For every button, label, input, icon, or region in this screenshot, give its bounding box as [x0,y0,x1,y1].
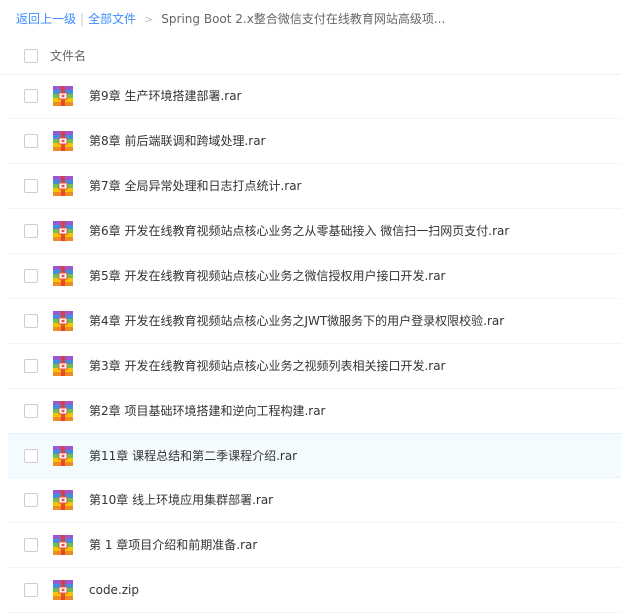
file-row-checkbox[interactable] [24,314,38,328]
file-row[interactable]: 第2章 项目基础环境搭建和逆向工程构建.rar [8,389,621,434]
file-name-link[interactable]: 第3章 开发在线教育视频站点核心业务之视频列表相关接口开发.rar [89,344,446,388]
rar-archive-icon [53,221,73,241]
zip-archive-icon [53,580,73,600]
select-all-checkbox[interactable] [24,49,38,63]
file-row-checkbox[interactable] [24,224,38,238]
file-row-checkbox[interactable] [24,134,38,148]
all-files-link[interactable]: 全部文件 [88,12,136,26]
file-list: 第9章 生产环境搭建部署.rar 第8章 前后端联调和跨域处理.rar 第7章 全局… [8,74,621,613]
file-row[interactable]: 第8章 前后端联调和跨域处理.rar [8,119,621,164]
rar-archive-icon [53,401,73,421]
file-row-checkbox[interactable] [24,538,38,552]
file-name-link[interactable]: 第11章 课程总结和第二季课程介绍.rar [89,434,297,478]
file-row[interactable]: 第6章 开发在线教育视频站点核心业务之从零基础接入 微信扫一扫网页支付.rar [8,209,621,254]
file-row[interactable]: 第9章 生产环境搭建部署.rar [8,74,621,119]
rar-archive-icon [53,356,73,376]
rar-archive-icon [53,176,73,196]
file-name-link[interactable]: 第4章 开发在线教育视频站点核心业务之JWT微服务下的用户登录权限校验.rar [89,299,504,343]
breadcrumb-separator: | [80,12,85,26]
file-name-link[interactable]: code.zip [89,568,139,612]
file-row[interactable]: 第3章 开发在线教育视频站点核心业务之视频列表相关接口开发.rar [8,344,621,389]
column-file-name[interactable]: 文件名 [50,38,86,74]
file-row-checkbox[interactable] [24,359,38,373]
file-name-link[interactable]: 第7章 全局异常处理和日志打点统计.rar [89,164,302,208]
file-row-checkbox[interactable] [24,269,38,283]
file-name-link[interactable]: 第10章 线上环境应用集群部署.rar [89,478,273,522]
file-name-link[interactable]: 第5章 开发在线教育视频站点核心业务之微信授权用户接口开发.rar [89,254,446,298]
breadcrumb: 返回上一级 | 全部文件 > Spring Boot 2.x整合微信支付在线教育网站高级… [16,10,445,28]
file-row[interactable]: 第10章 线上环境应用集群部署.rar [8,478,621,523]
file-row[interactable]: code.zip [8,568,621,613]
file-row-checkbox[interactable] [24,583,38,597]
file-name-link[interactable]: 第 1 章项目介绍和前期准备.rar [89,523,257,567]
file-row[interactable]: 第5章 开发在线教育视频站点核心业务之微信授权用户接口开发.rar [8,254,621,299]
rar-archive-icon [53,86,73,106]
file-row-checkbox[interactable] [24,404,38,418]
file-row[interactable]: 第7章 全局异常处理和日志打点统计.rar [8,164,621,209]
breadcrumb-current-folder: Spring Boot 2.x整合微信支付在线教育网站高级项... [161,12,446,26]
rar-archive-icon [53,311,73,331]
file-name-link[interactable]: 第9章 生产环境搭建部署.rar [89,74,242,118]
rar-archive-icon [53,490,73,510]
file-name-link[interactable]: 第2章 项目基础环境搭建和逆向工程构建.rar [89,389,326,433]
file-row[interactable]: 第 1 章项目介绍和前期准备.rar [8,523,621,568]
file-list-header: 文件名 [0,38,621,75]
file-row-checkbox[interactable] [24,179,38,193]
file-row[interactable]: 第4章 开发在线教育视频站点核心业务之JWT微服务下的用户登录权限校验.rar [8,299,621,344]
file-row-checkbox[interactable] [24,449,38,463]
file-row-checkbox[interactable] [24,493,38,507]
rar-archive-icon [53,446,73,466]
rar-archive-icon [53,535,73,555]
file-row[interactable]: 第11章 课程总结和第二季课程介绍.rar [8,433,621,478]
rar-archive-icon [53,131,73,151]
file-name-link[interactable]: 第8章 前后端联调和跨域处理.rar [89,119,266,163]
back-link[interactable]: 返回上一级 [16,12,76,26]
file-name-link[interactable]: 第6章 开发在线教育视频站点核心业务之从零基础接入 微信扫一扫网页支付.rar [89,209,509,253]
rar-archive-icon [53,266,73,286]
file-row-checkbox[interactable] [24,89,38,103]
breadcrumb-arrow-icon: > [144,13,154,26]
